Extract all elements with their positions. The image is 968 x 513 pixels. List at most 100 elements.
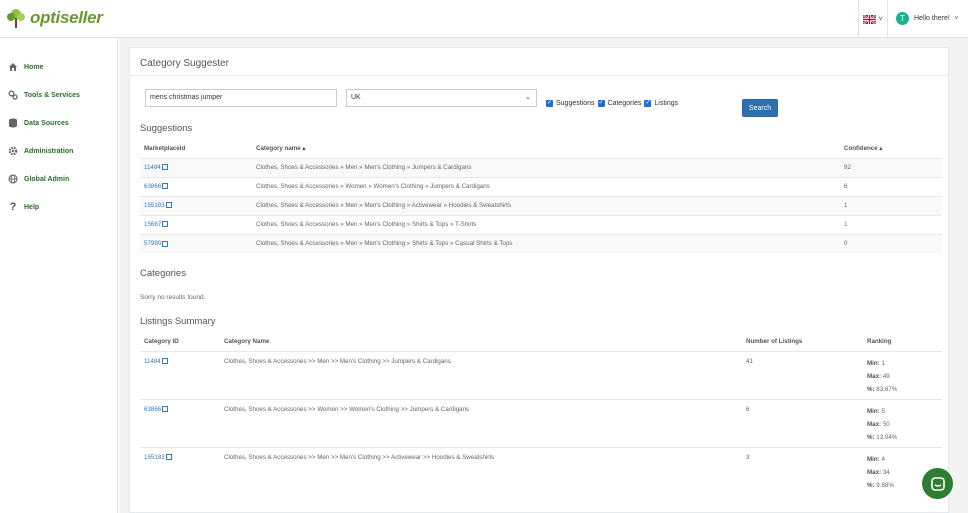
marketplace-select-value: UK: [351, 94, 361, 101]
search-button[interactable]: Search: [742, 99, 778, 117]
sidebar-item-label: Help: [24, 203, 40, 211]
copy-icon[interactable]: [162, 240, 169, 247]
column-header[interactable]: Category name ▴: [252, 140, 840, 159]
checkbox-listings[interactable]: ✓: [644, 100, 652, 107]
ranking-pct: 9.68%: [876, 481, 894, 489]
suggestions-heading: Suggestions: [140, 123, 193, 134]
checkbox-label: Suggestions: [556, 100, 595, 107]
category-name: Clothes, Shoes & Accessories » Men » Men…: [252, 214, 840, 234]
suggestions-table: MarketplaceId Category name ▴ Confidence…: [140, 140, 942, 253]
sidebar-item-label: Global Admin: [24, 175, 70, 183]
ranking-max: 34: [882, 468, 890, 476]
category-suggester-panel: Category Suggester mens christmas jumper…: [129, 47, 949, 513]
category-id-link[interactable]: 155183: [144, 454, 165, 461]
ranking-pct: 83.67%: [876, 385, 898, 393]
avatar: T: [896, 12, 909, 25]
categories-heading: Categories: [140, 268, 186, 279]
logo-text: optiseller: [30, 8, 103, 27]
chat-launcher-button[interactable]: [922, 468, 953, 499]
ranking-min-label: Min:: [867, 455, 880, 463]
category-name: Clothes, Shoes & Accessories >> Men >> M…: [220, 446, 742, 495]
listing-count: 3: [742, 446, 863, 495]
copy-icon[interactable]: [165, 202, 172, 209]
marketplace-id-link[interactable]: 63866: [144, 183, 161, 190]
sidebar-item-home[interactable]: Home: [8, 60, 43, 74]
chat-icon: [930, 476, 945, 491]
confidence: 92: [840, 157, 942, 177]
column-header: Category Name: [220, 333, 742, 352]
ranking-max-label: Max:: [867, 420, 882, 428]
sidebar-item-label: Administration: [24, 147, 74, 155]
marketplace-id-link[interactable]: 57990: [144, 240, 161, 247]
copy-icon[interactable]: [162, 221, 169, 228]
ranking-min: 4: [881, 455, 885, 463]
ranking-max: 49: [882, 372, 890, 380]
checkbox-suggestions[interactable]: ✓: [546, 100, 553, 107]
copy-icon[interactable]: [161, 164, 168, 171]
user-greeting: Hello there!: [914, 15, 950, 22]
ranking-pct: 13.04%: [876, 433, 898, 441]
sidebar-item-administration[interactable]: Administration: [8, 144, 73, 158]
confidence: 1: [840, 195, 942, 215]
column-header: Category ID: [140, 333, 220, 352]
user-menu[interactable]: T Hello there! ˅: [896, 12, 958, 25]
category-id-link[interactable]: 11484: [144, 358, 161, 365]
column-header[interactable]: MarketplaceId: [140, 140, 252, 159]
column-header: Ranking: [863, 333, 942, 352]
tree-logo-icon: [7, 9, 25, 28]
column-header: Number of Listings: [742, 333, 863, 352]
marketplace-id-link[interactable]: 155183: [144, 202, 165, 209]
table-row: 57990 Clothes, Shoes & Accessories » Men…: [140, 233, 942, 253]
table-row: 15687 Clothes, Shoes & Accessories » Men…: [140, 214, 942, 234]
copy-icon[interactable]: [161, 357, 168, 364]
marketplace-id-link[interactable]: 11484: [144, 164, 161, 171]
category-id-link[interactable]: 63866: [144, 406, 161, 413]
table-row: 155183 Clothes, Shoes & Accessories » Me…: [140, 195, 942, 215]
ranking-min-label: Min:: [867, 407, 880, 415]
listing-count: 41: [742, 350, 863, 399]
sidebar: Home Tools & Services Data Sources Admin…: [0, 38, 118, 513]
home-icon: [8, 62, 18, 72]
category-name: Clothes, Shoes & Accessories » Men » Men…: [252, 233, 840, 253]
ranking-min: 5: [881, 407, 885, 415]
globe-icon: [8, 174, 18, 184]
listings-table: Category ID Category Name Number of List…: [140, 333, 942, 495]
marketplace-id-link[interactable]: 15687: [144, 221, 161, 228]
logo[interactable]: optiseller: [6, 7, 103, 29]
table-row: 11484 Clothes, Shoes & Accessories >> Me…: [140, 350, 942, 399]
marketplace-select[interactable]: UK ⌄: [346, 89, 537, 107]
ranking: Min: 5 Max: 50 %: 13.04%: [867, 405, 938, 444]
sidebar-item-label: Home: [24, 63, 44, 71]
ranking-max-label: Max:: [867, 468, 882, 476]
category-name: Clothes, Shoes & Accessories >> Women >>…: [220, 398, 742, 447]
no-results-message: Sorry no results found.: [140, 294, 206, 301]
category-name: Clothes, Shoes & Accessories » Women » W…: [252, 176, 840, 196]
ranking-pct-label: %:: [867, 481, 875, 489]
table-row: 155183 Clothes, Shoes & Accessories >> M…: [140, 446, 942, 495]
sidebar-item-data-sources[interactable]: Data Sources: [8, 116, 69, 130]
uk-flag-icon: [863, 14, 877, 24]
divider: [130, 75, 948, 76]
filter-checkboxes: ✓ Suggestions ✓ Categories ✓ Listings: [546, 100, 678, 107]
ranking-min: 1: [881, 359, 885, 367]
category-name: Clothes, Shoes & Accessories » Men » Men…: [252, 157, 840, 177]
table-row: 11484 Clothes, Shoes & Accessories » Men…: [140, 157, 942, 177]
gear-icon: [8, 146, 18, 156]
ranking-min-label: Min:: [867, 359, 880, 367]
sidebar-item-tools[interactable]: Tools & Services: [8, 88, 80, 102]
ranking-max: 50: [882, 420, 890, 428]
database-icon: [8, 118, 18, 128]
sidebar-item-label: Tools & Services: [24, 91, 80, 99]
ranking: Min: 1 Max: 49 %: 83.67%: [867, 357, 938, 396]
confidence: 0: [840, 233, 942, 253]
copy-icon[interactable]: [165, 453, 172, 460]
column-header[interactable]: Confidence ▴: [840, 140, 942, 159]
sidebar-item-global-admin[interactable]: Global Admin: [8, 172, 69, 186]
copy-icon[interactable]: [162, 183, 169, 190]
checkbox-categories[interactable]: ✓: [597, 100, 605, 107]
language-selector[interactable]: ˅: [858, 0, 888, 38]
sidebar-item-help[interactable]: ? Help: [8, 200, 40, 214]
copy-icon[interactable]: [162, 405, 169, 412]
checkbox-label: Listings: [654, 100, 679, 107]
search-input[interactable]: mens christmas jumper: [145, 89, 337, 107]
